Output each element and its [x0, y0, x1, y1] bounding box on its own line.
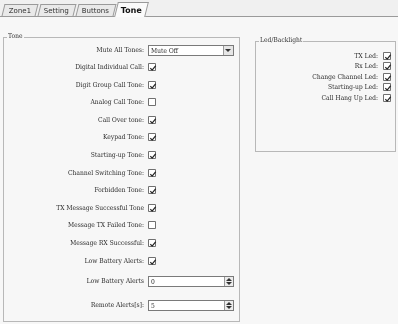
channel-switching-tone-row: Channel Switching Tone:	[4, 168, 146, 178]
tx-message-successful-tone-label: TX Message Successful Tone	[56, 204, 144, 212]
digit-group-call-tone-checkbox[interactable]	[148, 80, 157, 89]
low-battery-alerts-label: Low Battery Alerts:	[84, 257, 144, 265]
rx-led-row: Rx Led:	[256, 61, 380, 71]
low-battery-alerts-value: 0	[151, 279, 155, 286]
arrow-up-icon[interactable]	[226, 302, 232, 305]
tab-bar: Zone1 Setting Buttons Tone	[0, 0, 398, 17]
tx-led-row: TX Led:	[256, 51, 380, 61]
spin-arrows[interactable]	[224, 277, 233, 286]
digital-individual-call-row: Digital Individual Call:	[4, 62, 146, 72]
tone-group-legend: Tone	[7, 33, 24, 40]
tone-group: Tone Mute All Tones: Mute Off Digital In…	[3, 33, 240, 322]
message-tx-failed-tone-row: Message TX Failed Tone:	[4, 220, 146, 230]
forbidden-tone-row: Forbidden Tone:	[4, 185, 146, 195]
low-battery-alerts-checkbox[interactable]	[148, 256, 157, 265]
rx-led-label: Rx Led:	[354, 63, 378, 71]
led-backlight-legend: Led/Backlight	[259, 37, 304, 44]
remote-alerts-value: 5	[151, 303, 155, 310]
tab-setting[interactable]: Setting	[37, 4, 77, 16]
change-channel-led-checkbox[interactable]	[383, 72, 392, 81]
message-tx-failed-tone-label: Message TX Failed Tone:	[68, 222, 144, 230]
low-battery-alerts-row: Low Battery Alerts:	[4, 256, 146, 266]
tx-led-checkbox[interactable]	[383, 52, 392, 60]
rx-led-checkbox[interactable]	[383, 62, 392, 71]
forbidden-tone-checkbox[interactable]	[148, 186, 157, 195]
mute-all-tones-value: Mute Off	[151, 48, 179, 55]
starting-up-led-checkbox[interactable]	[383, 83, 392, 92]
tab-tone[interactable]: Tone	[114, 2, 149, 17]
call-hang-up-led-checkbox[interactable]	[383, 93, 392, 102]
tab-label: Tone	[120, 5, 142, 15]
digital-individual-call-checkbox[interactable]	[148, 63, 157, 71]
keypad-tone-row: Keypad Tone:	[4, 132, 146, 142]
message-rx-successful-row: Message RX Successful:	[4, 238, 146, 248]
call-over-tone-row: Call Over tone:	[4, 115, 146, 125]
spin-arrows[interactable]	[224, 301, 233, 310]
analog-call-tone-row: Analog Call Tone:	[4, 97, 146, 107]
tab-zone1[interactable]: Zone1	[1, 4, 39, 16]
tx-led-label: TX Led:	[354, 53, 378, 60]
starting-up-tone-row: Starting-up Tone:	[4, 150, 146, 160]
message-rx-successful-checkbox[interactable]	[148, 239, 157, 247]
low-battery-alerts-spinbox[interactable]: 0	[148, 276, 234, 287]
starting-up-tone-checkbox[interactable]	[148, 151, 157, 159]
tab-label: Setting	[44, 6, 70, 15]
arrow-up-icon[interactable]	[226, 278, 232, 281]
message-rx-successful-label: Message RX Successful:	[70, 240, 144, 247]
call-over-tone-checkbox[interactable]	[148, 115, 157, 124]
change-channel-led-label: Change Channel Led:	[312, 73, 378, 81]
mute-all-tones-select[interactable]: Mute Off	[148, 45, 234, 56]
low-battery-alerts-value-label: Low Battery Alerts	[86, 278, 144, 285]
remote-alerts-label: Remote Alerts[s]:	[90, 302, 144, 309]
tx-message-successful-tone-row: TX Message Successful Tone	[4, 203, 146, 213]
call-hang-up-led-row: Call Hang Up Led:	[256, 93, 380, 103]
remote-alerts-spinbox[interactable]: 5	[148, 300, 234, 311]
starting-up-led-row: Starting-up Led:	[256, 82, 380, 92]
tab-buttons[interactable]: Buttons	[75, 4, 117, 16]
remote-alerts-row: Remote Alerts[s]:	[4, 300, 146, 310]
analog-call-tone-label: Analog Call Tone:	[90, 99, 144, 107]
channel-switching-tone-checkbox[interactable]	[148, 168, 157, 177]
digital-individual-call-label: Digital Individual Call:	[75, 64, 144, 71]
dropdown-button[interactable]	[223, 46, 233, 55]
keypad-tone-checkbox[interactable]	[148, 133, 157, 142]
keypad-tone-label: Keypad Tone:	[102, 134, 144, 142]
chevron-down-icon	[225, 49, 231, 52]
arrow-down-icon[interactable]	[226, 282, 232, 285]
led-backlight-group: Led/Backlight TX Led: Rx Led: Change Chann…	[255, 37, 396, 152]
tx-message-successful-tone-checkbox[interactable]	[148, 203, 157, 212]
tab-label: Buttons	[82, 6, 110, 15]
digit-group-call-tone-row: Digit Group Call Tone:	[4, 80, 146, 90]
arrow-down-icon[interactable]	[226, 306, 232, 309]
tab-label: Zone1	[8, 6, 32, 15]
low-battery-alerts-value-row: Low Battery Alerts	[4, 276, 146, 286]
call-over-tone-label: Call Over tone:	[97, 116, 144, 124]
tone-tab-panel: Tone Mute All Tones: Mute Off Digital In…	[0, 17, 398, 324]
forbidden-tone-label: Forbidden Tone:	[94, 187, 144, 195]
message-tx-failed-tone-checkbox[interactable]	[148, 221, 156, 230]
mute-all-tones-row: Mute All Tones:	[4, 45, 146, 55]
mute-all-tones-label: Mute All Tones:	[96, 47, 144, 54]
starting-up-tone-label: Starting-up Tone:	[90, 152, 144, 159]
change-channel-led-row: Change Channel Led:	[256, 72, 380, 82]
digit-group-call-tone-label: Digit Group Call Tone:	[75, 81, 144, 89]
call-hang-up-led-label: Call Hang Up Led:	[321, 94, 378, 102]
channel-switching-tone-label: Channel Switching Tone:	[67, 169, 144, 177]
starting-up-led-label: Starting-up Led:	[327, 84, 378, 92]
analog-call-tone-checkbox[interactable]	[148, 98, 156, 107]
